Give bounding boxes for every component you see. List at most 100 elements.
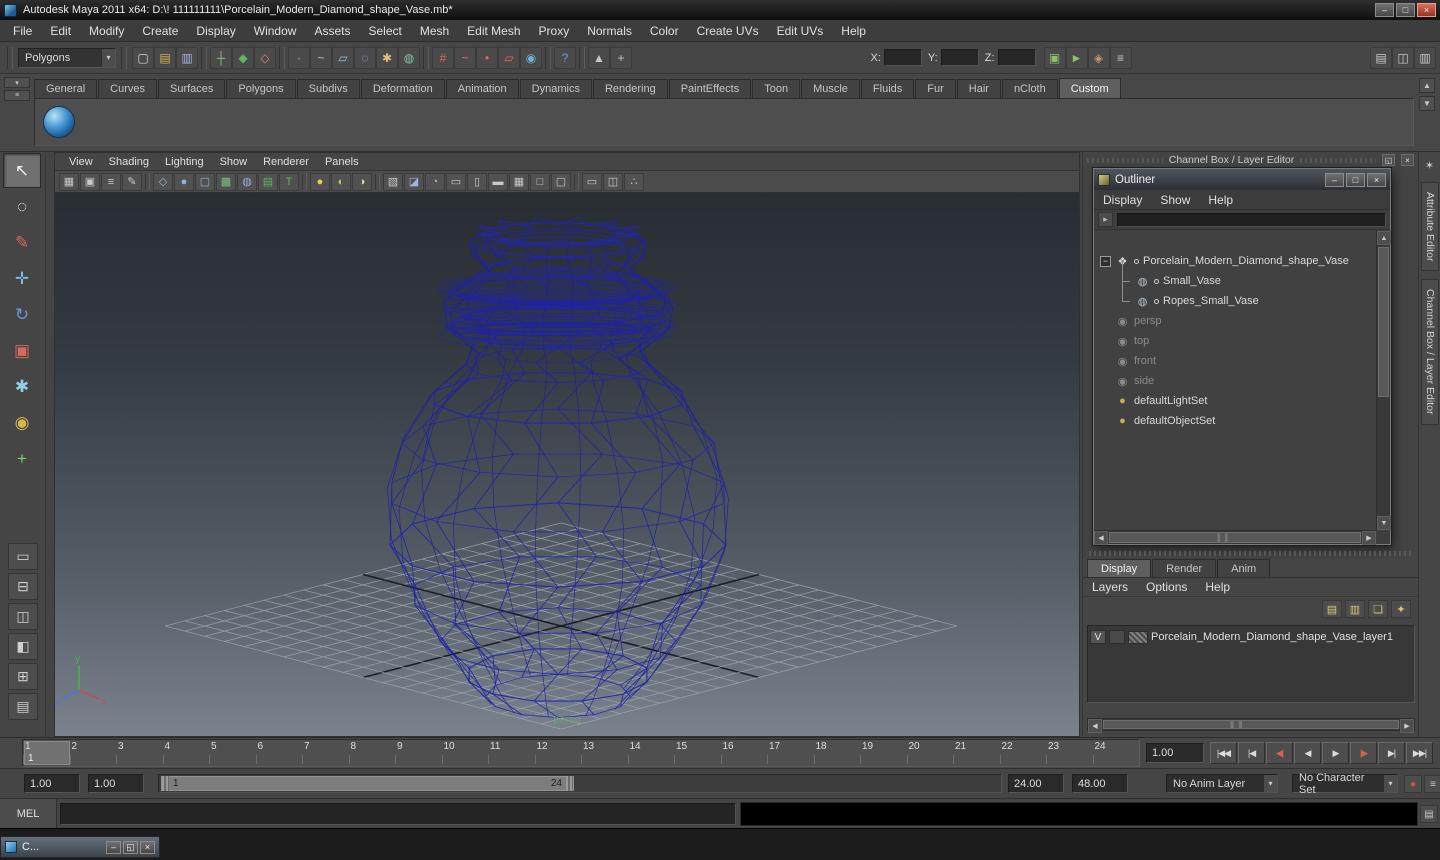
mask-dynamics-icon[interactable]: ✱ (376, 46, 398, 69)
snap-to-view-planes-icon[interactable]: ▱ (498, 46, 520, 69)
menu-file[interactable]: File (4, 20, 41, 41)
window-maximize-button[interactable]: □ (1396, 3, 1415, 17)
scroll-left-button[interactable]: ◀ (1088, 719, 1102, 733)
layer-menu-help[interactable]: Help (1196, 578, 1239, 596)
create-layer-from-selected-icon[interactable]: ❏ (1368, 600, 1388, 618)
lock-camera-icon[interactable]: ▣ (80, 172, 100, 191)
menu-edit-uvs[interactable]: Edit UVs (768, 20, 833, 41)
shelf-tab-fur[interactable]: Fur (915, 79, 956, 98)
side-tab-attribute-editor[interactable]: Attribute Editor (1421, 182, 1439, 272)
outliner-vscroll-thumb[interactable] (1378, 247, 1389, 397)
outliner-item-persp[interactable]: ◉ persp (1094, 311, 1376, 331)
outliner-horizontal-scrollbar[interactable]: ◀ ▶ (1094, 530, 1376, 545)
timeline-frame-14[interactable]: 14 (627, 740, 675, 766)
scroll-right-button[interactable]: ▶ (1400, 719, 1414, 733)
timeline-frame-20[interactable]: 20 (906, 740, 954, 766)
shelf-item-sphere-preset[interactable] (43, 106, 75, 138)
screen-space-ao-icon[interactable]: ◑ (352, 172, 372, 191)
mel-command-input[interactable] (60, 803, 736, 825)
menu-display[interactable]: Display (187, 20, 244, 41)
outliner-item-front[interactable]: ◉ front (1094, 351, 1376, 371)
show-attribute-editor-icon[interactable]: ▤ (1370, 46, 1393, 69)
last-tool[interactable] (3, 477, 41, 512)
animation-start-field[interactable]: 1.00 (24, 774, 80, 793)
film-gate-icon[interactable]: ▭ (446, 172, 466, 191)
timeline-track[interactable]: 1 1 2 3 4 5 6 7 8 9 10 11 12 13 14 15 16 17 18 19 20 21 22 23 2… (22, 739, 1140, 767)
mask-points-icon[interactable]: ∙ (288, 46, 310, 69)
scroll-right-button[interactable]: ▶ (1362, 531, 1376, 545)
layout-two-pane-side[interactable]: ◫ (8, 603, 38, 630)
play-backwards-button[interactable]: ◀ (1294, 742, 1321, 764)
outliner-expand-toggle[interactable]: − (1100, 255, 1111, 267)
shelf-tab-toon[interactable]: Toon (752, 79, 801, 98)
shelf-tab-hair[interactable]: Hair (956, 79, 1001, 98)
step-back-key-button[interactable]: ◀| (1266, 742, 1293, 764)
open-render-view-icon[interactable]: ▣ (1043, 46, 1066, 69)
outliner-item-porcelain-modern-diamond-shape-vase[interactable]: − ❖ Porcelain_Modern_Diamond_shape_Vase (1094, 251, 1376, 271)
create-empty-layer-icon[interactable]: ▤ (1322, 600, 1342, 618)
timeline-frame-6[interactable]: 6 (255, 740, 303, 766)
viewport-3d-view[interactable]: y x z persp (55, 193, 1079, 736)
panel-menu-panels[interactable]: Panels (317, 153, 367, 170)
current-time-field[interactable]: 1.00 (1146, 743, 1204, 763)
two-pane-layout-icon[interactable]: ◫ (603, 172, 623, 191)
statusline-separator[interactable] (7, 46, 13, 69)
menu-mesh[interactable]: Mesh (411, 20, 458, 41)
layer-options-icon[interactable]: ✦ (1391, 600, 1411, 618)
show-manipulator-tool[interactable]: + (3, 441, 41, 476)
pane-close-button[interactable]: × (1401, 154, 1414, 166)
soft-modification-tool[interactable]: ◉ (3, 405, 41, 440)
menu-help[interactable]: Help (832, 20, 875, 41)
timeline-frame-2[interactable]: 2 (69, 740, 117, 766)
show-tool-settings-icon[interactable]: ◫ (1392, 46, 1415, 69)
animation-preferences-icon[interactable]: ≡ (1424, 775, 1440, 793)
layer-horizontal-scrollbar[interactable]: ◀ ▶ (1087, 718, 1415, 733)
ipr-render-icon[interactable]: ◈ (1087, 46, 1110, 69)
menu-edit[interactable]: Edit (41, 20, 80, 41)
select-by-object-type-icon[interactable]: ◆ (232, 46, 254, 69)
shelf-tab-muscle[interactable]: Muscle (801, 79, 860, 98)
shelf-scroll-down-button[interactable]: ▼ (1419, 96, 1435, 111)
play-forwards-button[interactable]: ▶ (1322, 742, 1349, 764)
viewport-canvas[interactable]: y x z (55, 193, 1079, 736)
scroll-up-button[interactable]: ▲ (1377, 231, 1391, 245)
step-back-frame-button[interactable]: |◀ (1238, 742, 1265, 764)
lasso-select-tool[interactable]: ◌ (3, 189, 41, 224)
timeline-frame-16[interactable]: 16 (720, 740, 768, 766)
color-management-icon[interactable]: ▤ (258, 172, 278, 191)
panel-share-icon[interactable]: ∴ (624, 172, 644, 191)
shelf-tab-subdivs[interactable]: Subdivs (296, 79, 360, 98)
script-editor-button[interactable]: ▤ (1420, 805, 1438, 823)
rotate-tool[interactable]: ↻ (3, 297, 41, 332)
outliner-item-ropes-small-vase[interactable]: ◍ Ropes_Small_Vase (1094, 281, 1376, 311)
render-current-frame-icon[interactable]: ► (1065, 46, 1088, 69)
menu-create-uvs[interactable]: Create UVs (688, 20, 768, 41)
menu-select[interactable]: Select (359, 20, 410, 41)
resolution-gate-icon[interactable]: ▯ (467, 172, 487, 191)
shadows-toggle-icon[interactable]: ◐ (331, 172, 351, 191)
outliner-menu-help[interactable]: Help (1199, 190, 1242, 209)
pane-tear-off-button[interactable]: ◱ (1382, 154, 1395, 166)
scale-tool[interactable]: ▣ (3, 333, 41, 368)
new-scene-icon[interactable]: ▢ (132, 46, 154, 69)
safe-title-icon[interactable]: ▢ (551, 172, 571, 191)
layout-four-pane[interactable]: ⊞ (8, 663, 38, 690)
render-settings-icon[interactable]: ≡ (1109, 46, 1132, 69)
outliner-item-defaultlightset[interactable]: ● defaultLightSet (1094, 391, 1376, 411)
miniwin-restore-button[interactable]: ◱ (123, 840, 138, 854)
menu-proxy[interactable]: Proxy (530, 20, 579, 41)
range-slider-handle-bar[interactable]: 1 24 (161, 776, 574, 791)
go-to-start-button[interactable]: |◀◀ (1210, 742, 1237, 764)
snap-to-curves-icon[interactable]: ~ (454, 46, 476, 69)
range-start-handle[interactable] (162, 776, 169, 791)
outliner-maximize-button[interactable]: □ (1346, 172, 1365, 187)
timeline-frame-18[interactable]: 18 (813, 740, 861, 766)
texture-view-icon[interactable]: T (279, 172, 299, 191)
panel-menu-lighting[interactable]: Lighting (157, 153, 212, 170)
animation-end-field[interactable]: 48.00 (1072, 774, 1128, 793)
timeline-frame-9[interactable]: 9 (395, 740, 442, 766)
wireframe-mode-icon[interactable]: ◇ (153, 172, 173, 191)
panel-menu-view[interactable]: View (61, 153, 101, 170)
coordinate-input-x[interactable] (883, 49, 922, 66)
safe-action-icon[interactable]: □ (530, 172, 550, 191)
